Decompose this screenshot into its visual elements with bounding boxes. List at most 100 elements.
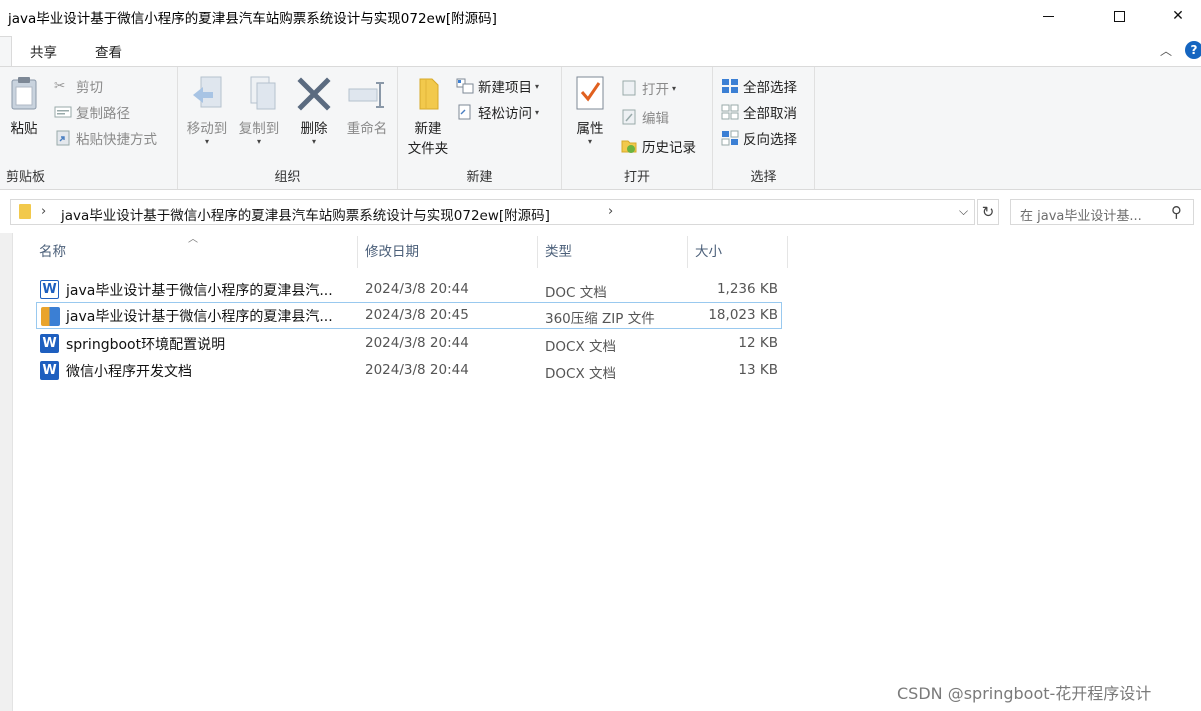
cut-label: 剪切 <box>76 80 103 96</box>
navigation-pane[interactable] <box>0 233 13 711</box>
copy-to-dropdown-icon: ▾ <box>256 137 261 146</box>
column-divider[interactable] <box>537 236 538 268</box>
clipboard-icon <box>11 77 37 110</box>
title-bar: java毕业设计基于微信小程序的夏津县汽车站购票系统设计与实现072ew[附源码… <box>0 0 1201 33</box>
word-docx-icon: W <box>40 334 59 353</box>
select-all-button[interactable]: 全部选择 <box>721 76 797 96</box>
collapse-ribbon-icon[interactable]: ︿ <box>1160 42 1172 59</box>
open-button[interactable]: 打开 ▾ <box>620 78 676 98</box>
copy-path-label: 复制路径 <box>76 106 130 122</box>
invert-selection-label: 反向选择 <box>743 132 797 148</box>
sort-ascending-icon: ︿ <box>188 234 198 245</box>
column-header-type[interactable]: 类型 <box>545 240 572 264</box>
tab-file-edge[interactable] <box>0 36 12 66</box>
ribbon: 粘贴 ✂ 剪切 复制路径 粘贴快捷方式 剪贴板 移动到 ▾ 复制到 ▾ 删除 ▾… <box>0 66 1201 190</box>
file-size: 1,236 KB <box>716 281 778 297</box>
open-label: 打开 <box>642 82 669 98</box>
column-divider[interactable] <box>687 236 688 268</box>
properties-button[interactable]: 属性 ▾ <box>568 75 612 146</box>
scissors-icon: ✂ <box>54 78 66 94</box>
group-label-organize: 组织 <box>274 170 301 185</box>
group-clipboard: 粘贴 ✂ 剪切 复制路径 粘贴快捷方式 剪贴板 <box>0 67 178 189</box>
new-folder-label-2: 文件夹 <box>407 141 449 157</box>
group-label-new: 新建 <box>466 170 493 185</box>
tab-view[interactable]: 查看 <box>95 41 122 61</box>
delete-dropdown-icon: ▾ <box>311 137 316 146</box>
new-item-dropdown-icon: ▾ <box>535 81 540 91</box>
new-item-icon <box>456 78 474 94</box>
copy-to-label: 复制到 <box>238 121 280 137</box>
properties-label: 属性 <box>576 121 604 137</box>
file-name: springboot环境配置说明 <box>66 337 226 353</box>
column-header-size[interactable]: 大小 <box>695 240 722 264</box>
maximize-button[interactable] <box>1096 0 1142 32</box>
move-to-icon <box>193 76 222 108</box>
file-row[interactable]: W java毕业设计基于微信小程序的夏津县汽... 2024/3/8 20:44… <box>36 276 782 303</box>
delete-button[interactable]: 删除 ▾ <box>290 75 338 146</box>
copy-path-button[interactable]: 复制路径 <box>54 102 130 122</box>
ribbon-tabs: 共享 查看 ︿ ? <box>0 33 1201 66</box>
delete-label: 删除 <box>300 121 328 137</box>
address-bar[interactable]: › java毕业设计基于微信小程序的夏津县汽车站购票系统设计与实现072ew[附… <box>10 199 975 225</box>
folder-icon <box>19 204 31 219</box>
file-type: DOCX 文档 <box>545 366 616 382</box>
word-doc-icon: W <box>40 280 59 299</box>
minimize-icon <box>1042 15 1054 17</box>
file-row[interactable]: java毕业设计基于微信小程序的夏津县汽... 2024/3/8 20:45 3… <box>36 302 782 329</box>
copy-to-button[interactable]: 复制到 ▾ <box>234 75 284 146</box>
file-modified: 2024/3/8 20:44 <box>365 281 469 297</box>
move-to-label: 移动到 <box>186 121 228 137</box>
column-header-name[interactable]: 名称 <box>39 240 66 264</box>
invert-selection-button[interactable]: 反向选择 <box>721 128 797 148</box>
refresh-button[interactable]: ↻ <box>977 199 999 225</box>
paste-shortcut-button[interactable]: 粘贴快捷方式 <box>54 128 157 148</box>
chevron-right-icon[interactable]: › <box>41 204 46 219</box>
copy-to-icon <box>250 76 276 110</box>
new-folder-button[interactable]: 新建 文件夹 <box>402 75 454 157</box>
history-button[interactable]: 历史记录 <box>620 136 696 156</box>
easy-access-icon <box>458 104 471 120</box>
column-header-modified[interactable]: 修改日期 <box>365 240 419 264</box>
file-row[interactable]: W 微信小程序开发文档 2024/3/8 20:44 DOCX 文档 13 KB <box>36 357 782 384</box>
edit-icon <box>622 109 636 125</box>
watermark: CSDN @springboot-花开程序设计 <box>897 684 1152 703</box>
edit-button[interactable]: 编辑 <box>620 107 669 127</box>
minimize-button[interactable] <box>1025 0 1071 32</box>
file-row[interactable]: W springboot环境配置说明 2024/3/8 20:44 DOCX 文… <box>36 330 782 357</box>
history-label: 历史记录 <box>642 140 696 156</box>
chevron-down-icon[interactable]: ⌵ <box>959 204 968 219</box>
easy-access-button[interactable]: 轻松访问 ▾ <box>456 102 539 122</box>
new-folder-icon <box>419 78 439 110</box>
group-label-open: 打开 <box>623 170 650 185</box>
rename-button[interactable]: 重命名 <box>340 75 394 137</box>
select-all-label: 全部选择 <box>743 80 797 96</box>
window-title: java毕业设计基于微信小程序的夏津县汽车站购票系统设计与实现072ew[附源码… <box>8 11 497 27</box>
new-item-button[interactable]: 新建项目 ▾ <box>456 76 539 96</box>
column-divider[interactable] <box>787 236 788 268</box>
chevron-right-icon[interactable]: › <box>608 204 613 219</box>
file-type: 360压缩 ZIP 文件 <box>545 311 655 327</box>
open-dropdown-icon: ▾ <box>672 83 677 93</box>
search-input[interactable]: 在 java毕业设计基... ⚲ <box>1010 199 1194 225</box>
zip-archive-icon <box>41 307 60 326</box>
tab-share[interactable]: 共享 <box>30 41 57 61</box>
maximize-icon <box>1113 10 1125 22</box>
paste-button[interactable]: 粘贴 <box>6 75 42 137</box>
select-none-label: 全部取消 <box>743 106 797 122</box>
file-size: 13 KB <box>738 362 778 378</box>
breadcrumb[interactable]: java毕业设计基于微信小程序的夏津县汽车站购票系统设计与实现072ew[附源码… <box>61 204 550 224</box>
cut-button[interactable]: ✂ 剪切 <box>54 76 103 96</box>
file-modified: 2024/3/8 20:45 <box>365 307 469 323</box>
history-icon <box>621 140 637 153</box>
word-docx-icon: W <box>40 361 59 380</box>
column-divider[interactable] <box>357 236 358 268</box>
select-all-icon <box>722 79 738 93</box>
file-name: java毕业设计基于微信小程序的夏津县汽... <box>66 283 333 299</box>
help-icon[interactable]: ? <box>1185 41 1201 59</box>
rename-icon <box>348 82 384 108</box>
move-to-button[interactable]: 移动到 ▾ <box>182 75 232 146</box>
select-none-button[interactable]: 全部取消 <box>721 102 797 122</box>
group-organize: 移动到 ▾ 复制到 ▾ 删除 ▾ 重命名 组织 <box>178 67 398 189</box>
close-button[interactable]: ✕ <box>1155 0 1201 32</box>
paste-shortcut-label: 粘贴快捷方式 <box>76 132 157 148</box>
